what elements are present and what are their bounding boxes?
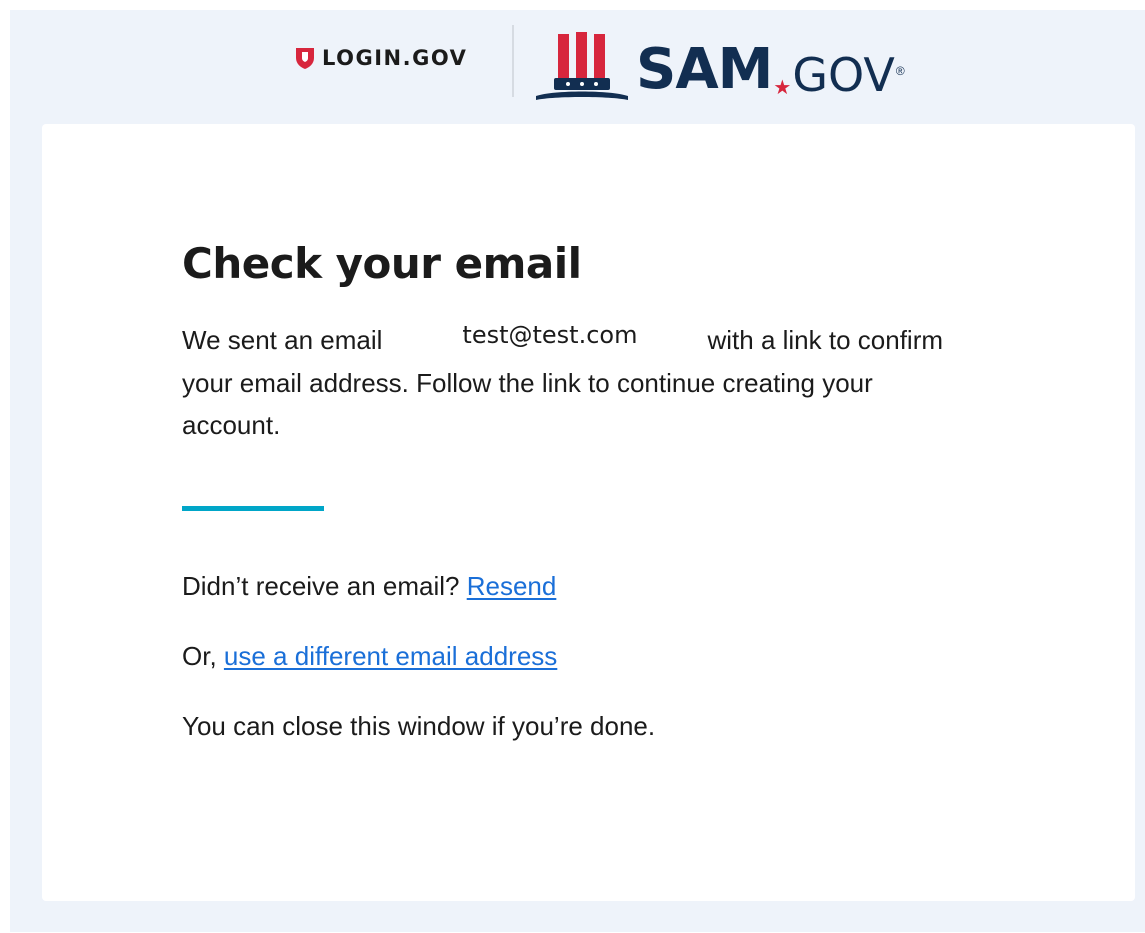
resend-link[interactable]: Resend	[467, 571, 557, 601]
resend-row: Didn’t receive an email? Resend	[182, 569, 982, 603]
different-email-link[interactable]: use a different email address	[224, 641, 557, 671]
page-background: LOGIN.GOV SAM ★ GOV ® Check your email W…	[10, 10, 1145, 932]
header: LOGIN.GOV SAM ★ GOV ®	[10, 10, 1145, 124]
close-window-note: You can close this window if you’re done…	[182, 711, 656, 742]
content-card: Check your email We sent an email test@te…	[42, 124, 1135, 901]
uncle-sam-hat-icon	[536, 32, 628, 100]
email-address: test@test.com	[462, 321, 638, 350]
login-gov-logo-text: LOGIN.GOV	[322, 46, 468, 70]
message-prefix: We sent an email	[182, 325, 383, 356]
shield-icon	[296, 48, 314, 69]
different-email-prefix: Or,	[182, 641, 217, 672]
logo-divider	[512, 25, 514, 97]
resend-prompt: Didn’t receive an email?	[182, 571, 460, 602]
different-email-row: Or, use a different email address	[182, 639, 982, 673]
star-icon: ★	[773, 77, 792, 99]
sam-gov-logo: SAM ★ GOV ®	[534, 24, 905, 104]
sam-logo-text: SAM	[636, 37, 773, 102]
card-content: Check your email We sent an email test@te…	[182, 239, 982, 743]
login-gov-logo: LOGIN.GOV	[295, 43, 467, 73]
page-title: Check your email	[182, 239, 582, 288]
accent-divider	[182, 506, 324, 512]
registered-mark: ®	[895, 64, 905, 78]
confirmation-message: We sent an email test@test.com with a link…	[182, 319, 962, 446]
sam-logo-suffix: GOV	[792, 48, 895, 102]
